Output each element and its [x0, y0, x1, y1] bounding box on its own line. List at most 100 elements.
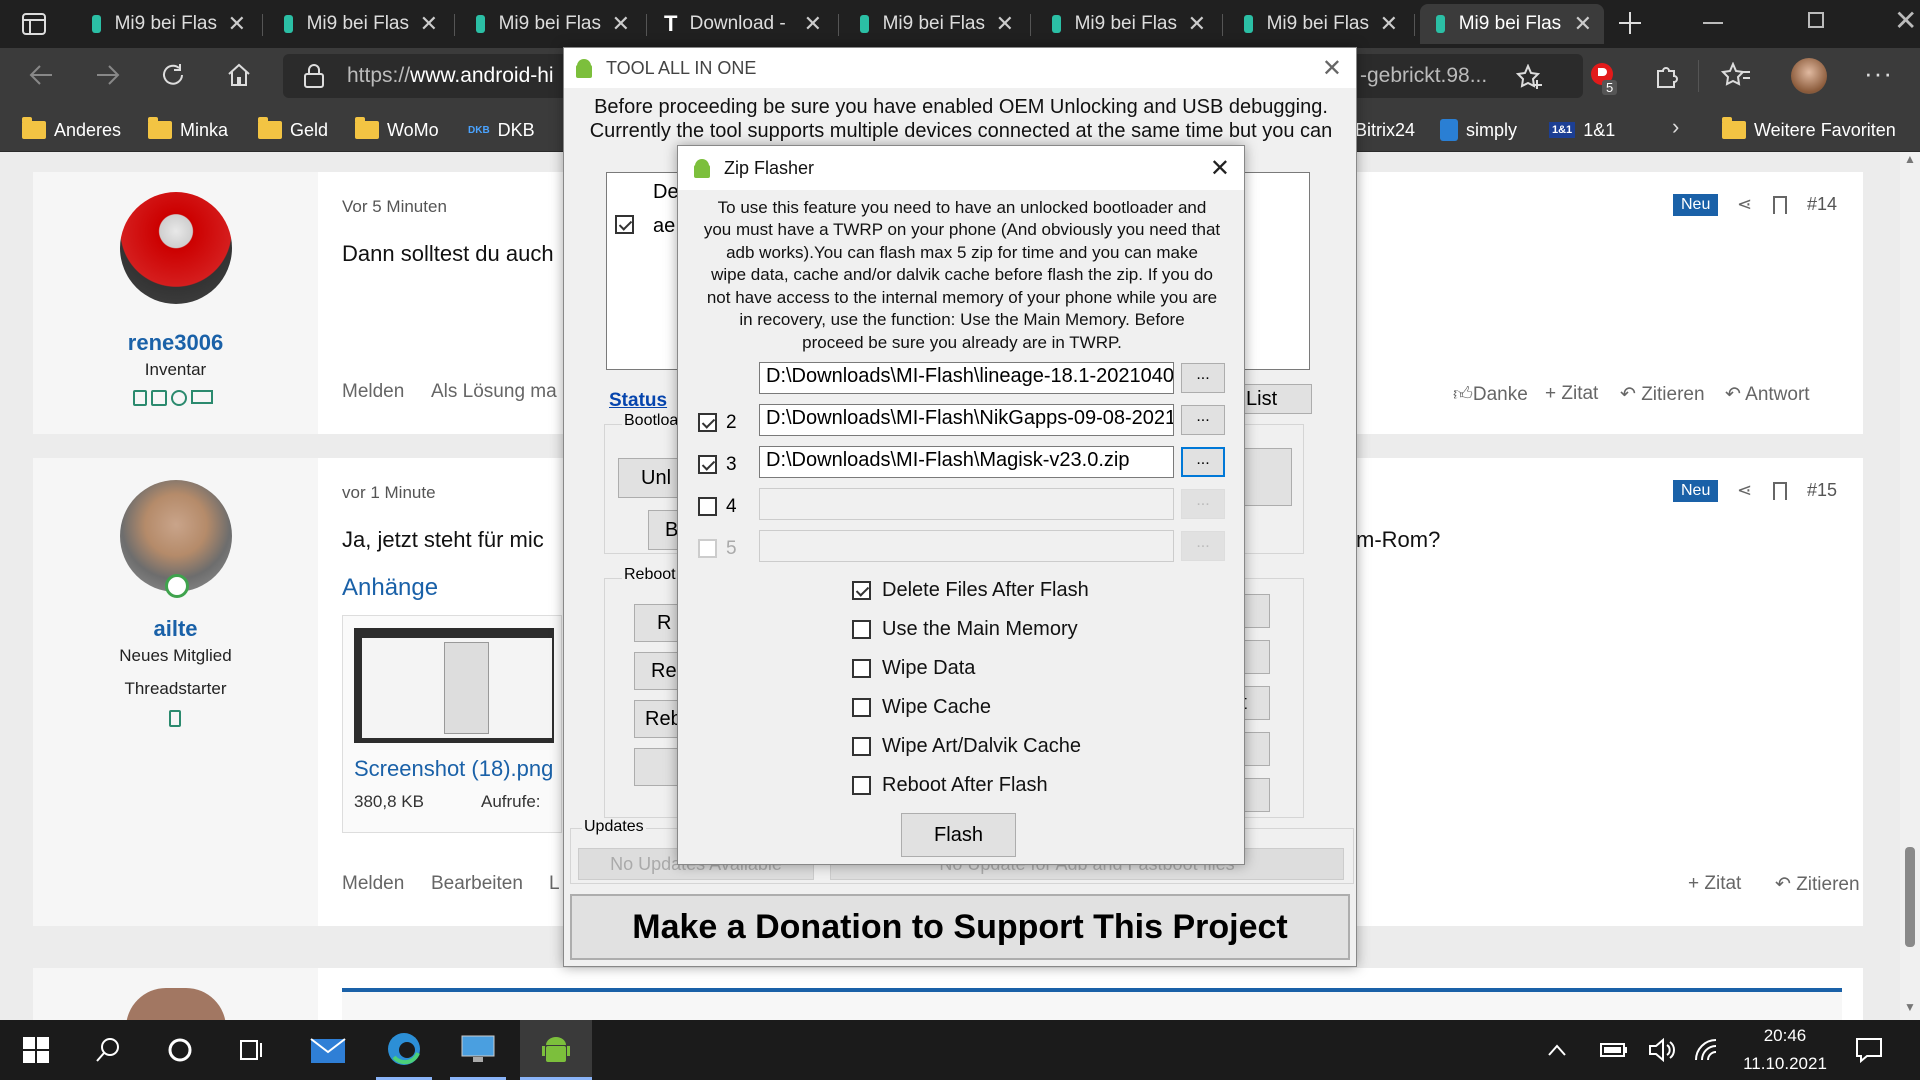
- tab-close-icon[interactable]: ✕: [1188, 11, 1206, 37]
- username[interactable]: rene3006: [33, 330, 318, 356]
- cortana-icon[interactable]: [152, 1020, 208, 1080]
- fav-womo[interactable]: WoMo: [355, 112, 439, 148]
- reboot-after-flash-label[interactable]: Reboot After Flash: [882, 774, 1048, 797]
- chevron-up-icon[interactable]: [1537, 1020, 1577, 1080]
- post-time[interactable]: Vor 5 Minuten: [342, 197, 447, 217]
- quote-link[interactable]: + Zitat: [1545, 383, 1598, 405]
- browse-button-1[interactable]: ...: [1181, 363, 1225, 393]
- tab-5[interactable]: Mi9 bei Flas ✕: [844, 4, 1026, 44]
- lock-icon[interactable]: [303, 64, 325, 88]
- tab-close-icon[interactable]: ✕: [996, 11, 1014, 37]
- share-icon[interactable]: ⋖: [1737, 194, 1752, 215]
- tool-all-in-one-taskbar-icon[interactable]: [520, 1020, 592, 1080]
- flash-button[interactable]: Flash: [901, 813, 1016, 857]
- start-windows-icon[interactable]: [8, 1020, 64, 1080]
- edge-browser-icon[interactable]: [376, 1020, 432, 1080]
- minimize-icon[interactable]: [1703, 22, 1723, 24]
- device-checkbox[interactable]: [615, 215, 634, 234]
- zip-path-4[interactable]: [759, 488, 1174, 520]
- tab-4[interactable]: T Download - ✕: [652, 4, 834, 44]
- browse-button-5[interactable]: ...: [1181, 531, 1225, 561]
- zip-flasher-titlebar[interactable]: Zip Flasher ✕: [678, 146, 1244, 190]
- close-icon[interactable]: ✕: [1322, 54, 1342, 83]
- back-icon[interactable]: [28, 63, 54, 87]
- username[interactable]: ailte: [33, 616, 318, 642]
- refresh-icon[interactable]: [160, 62, 186, 88]
- tab-close-icon[interactable]: ✕: [804, 11, 822, 37]
- tab-6[interactable]: Mi9 bei Flas ✕: [1036, 4, 1218, 44]
- main-memory-label[interactable]: Use the Main Memory: [882, 618, 1078, 641]
- post-number[interactable]: #14: [1807, 194, 1837, 215]
- scroll-down-icon[interactable]: ▼: [1904, 1000, 1916, 1014]
- search-icon[interactable]: [80, 1020, 136, 1080]
- fav-more[interactable]: Weitere Favoriten: [1722, 112, 1896, 148]
- quote-link[interactable]: + Zitat: [1688, 873, 1741, 895]
- close-window-icon[interactable]: ✕: [1894, 4, 1917, 37]
- browse-button-2[interactable]: ...: [1181, 405, 1225, 435]
- profile-avatar[interactable]: [1791, 58, 1827, 94]
- bookmark-icon[interactable]: [1773, 196, 1787, 214]
- restore-icon[interactable]: [1808, 12, 1824, 28]
- cite-link[interactable]: ↶ Zitieren: [1775, 873, 1860, 896]
- tab-1[interactable]: Mi9 bei Flas ✕: [76, 4, 258, 44]
- thanks-link[interactable]: 👍︎Danke: [1453, 383, 1528, 406]
- browse-button-3[interactable]: ...: [1181, 447, 1225, 477]
- more-link[interactable]: L: [549, 873, 560, 895]
- fav-1und1[interactable]: 1&1 1&1: [1549, 112, 1615, 148]
- address-url[interactable]: https://www.android-hi: [347, 64, 554, 88]
- zip-path-3[interactable]: D:\Downloads\MI-Flash\Magisk-v23.0.zip: [759, 446, 1174, 478]
- add-favorite-icon[interactable]: [1516, 64, 1544, 90]
- list-button[interactable]: List: [1237, 384, 1312, 414]
- delete-files-label[interactable]: Delete Files After Flash: [882, 579, 1089, 602]
- tab-3[interactable]: Mi9 bei Flas ✕: [460, 4, 642, 44]
- remote-desktop-icon[interactable]: [450, 1020, 506, 1080]
- tab-7[interactable]: Mi9 bei Flas ✕: [1228, 4, 1410, 44]
- fav-geld[interactable]: Geld: [258, 112, 328, 148]
- tab-2[interactable]: Mi9 bei Flas ✕: [268, 4, 450, 44]
- fav-minka[interactable]: Minka: [148, 112, 228, 148]
- tab-close-icon[interactable]: ✕: [1380, 11, 1398, 37]
- fav-bitrix24[interactable]: Bitrix24: [1355, 112, 1415, 148]
- clock-time[interactable]: 20:46: [1735, 1026, 1835, 1046]
- extensions-puzzle-icon[interactable]: [1653, 62, 1681, 90]
- donate-button[interactable]: Make a Donation to Support This Project: [570, 894, 1350, 960]
- wipe-dalvik-checkbox[interactable]: [852, 737, 871, 756]
- close-icon[interactable]: ✕: [1210, 154, 1230, 183]
- zip-path-2[interactable]: D:\Downloads\MI-Flash\NikGapps-09-08-202…: [759, 404, 1174, 436]
- reboot-after-flash-checkbox[interactable]: [852, 776, 871, 795]
- wifi-icon[interactable]: [1686, 1020, 1730, 1080]
- favorites-icon[interactable]: [1721, 62, 1751, 90]
- edit-link[interactable]: Bearbeiten: [431, 873, 523, 895]
- mark-solution-link[interactable]: Als Lösung ma: [431, 381, 557, 403]
- tab-close-icon[interactable]: ✕: [420, 11, 438, 37]
- task-view-icon[interactable]: [224, 1020, 280, 1080]
- zip-checkbox-5[interactable]: [698, 539, 717, 558]
- tab-close-icon[interactable]: ✕: [612, 11, 630, 37]
- share-icon[interactable]: ⋖: [1737, 480, 1752, 501]
- reply-link[interactable]: ↶ Antwort: [1725, 383, 1810, 406]
- tab-close-icon[interactable]: ✕: [228, 11, 246, 37]
- tool-window-titlebar[interactable]: TOOL ALL IN ONE ✕: [564, 48, 1356, 88]
- attachment-card[interactable]: Screenshot (18).png 380,8 KB Aufrufe:: [342, 615, 562, 833]
- more-menu-icon[interactable]: ···: [1864, 58, 1893, 89]
- fav-anderes[interactable]: Anderes: [22, 112, 121, 148]
- zip-checkbox-3[interactable]: [698, 455, 717, 474]
- tab-close-icon[interactable]: ✕: [1574, 11, 1592, 37]
- mail-icon[interactable]: [300, 1020, 356, 1080]
- attachment-thumbnail[interactable]: [354, 628, 554, 743]
- browse-button-4[interactable]: ...: [1181, 489, 1225, 519]
- tab-actions-icon[interactable]: [22, 13, 46, 35]
- chevron-right-icon[interactable]: ›: [1672, 114, 1679, 140]
- post-time[interactable]: vor 1 Minute: [342, 483, 436, 503]
- tab-8[interactable]: Mi9 bei Flas ✕: [1420, 4, 1604, 44]
- new-tab-button[interactable]: [1617, 10, 1643, 36]
- zip-checkbox-4[interactable]: [698, 497, 717, 516]
- report-link[interactable]: Melden: [342, 873, 404, 895]
- zip-checkbox-2[interactable]: [698, 413, 717, 432]
- fav-dkb[interactable]: DKB DKB: [468, 112, 535, 148]
- scroll-up-icon[interactable]: ▲: [1904, 152, 1916, 166]
- post-number[interactable]: #15: [1807, 480, 1837, 501]
- zip-path-5[interactable]: [759, 530, 1174, 562]
- bookmark-icon[interactable]: [1773, 482, 1787, 500]
- page-scrollbar[interactable]: ▲ ▼: [1900, 152, 1920, 1020]
